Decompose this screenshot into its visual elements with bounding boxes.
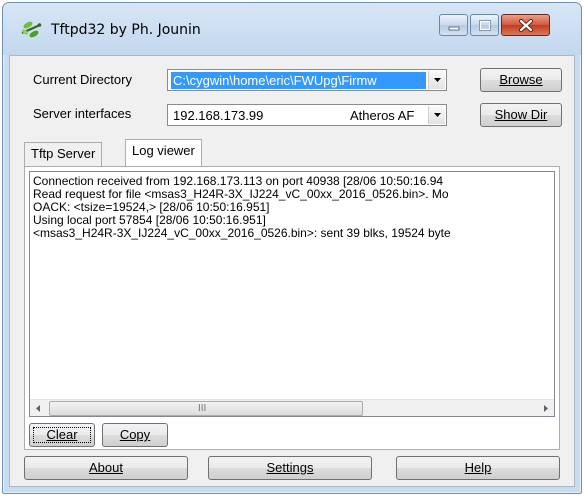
close-icon (519, 19, 533, 32)
title-bar[interactable]: Tftpd32 by Ph. Jounin (3, 3, 581, 55)
horizontal-scrollbar[interactable]: III (30, 399, 554, 416)
log-viewer-pane: Connection received from 192.168.173.113… (24, 166, 560, 450)
scroll-right-icon (544, 405, 548, 412)
server-interface-adapter: Atheros AF (350, 108, 415, 123)
server-interfaces-combo[interactable]: 192.168.173.99 Atheros AF (167, 104, 447, 126)
log-lines: Connection received from 192.168.173.113… (30, 172, 554, 240)
scrollbar-grip: III (198, 403, 207, 414)
settings-button[interactable]: Settings (208, 456, 372, 480)
current-directory-value: C:\cygwin\home\eric\FWUpg\Firmw (171, 72, 426, 89)
scroll-left-icon (36, 405, 40, 412)
browse-button[interactable]: Browse (480, 68, 562, 92)
copy-button[interactable]: Copy (102, 423, 168, 447)
server-interfaces-label: Server interfaces (33, 106, 132, 121)
tab-log-viewer[interactable]: Log viewer (125, 139, 202, 166)
scroll-left-button[interactable] (30, 400, 47, 416)
scrollbar-thumb[interactable]: III (49, 401, 363, 416)
close-button[interactable] (501, 14, 550, 36)
help-button[interactable]: Help (396, 456, 560, 480)
maximize-icon (479, 20, 491, 31)
clear-button[interactable]: Clear (29, 423, 95, 447)
minimize-button[interactable] (439, 14, 468, 36)
app-window: Tftpd32 by Ph. Jounin Current Directory … (2, 2, 582, 494)
focus-ring (33, 427, 91, 443)
maximize-button[interactable] (470, 14, 499, 36)
server-interface-ip: 192.168.173.99 (173, 108, 264, 123)
current-directory-dropdown[interactable] (428, 71, 445, 89)
chevron-down-icon (434, 78, 441, 82)
minimize-icon (448, 26, 460, 31)
tab-tftp-server[interactable]: Tftp Server (24, 142, 103, 166)
show-dir-button[interactable]: Show Dir (480, 103, 562, 127)
server-interfaces-dropdown[interactable] (428, 106, 445, 124)
current-directory-label: Current Directory (33, 72, 132, 87)
chevron-down-icon (434, 113, 441, 117)
log-listbox[interactable]: Connection received from 192.168.173.113… (29, 171, 555, 417)
log-line[interactable]: <msas3_H24R-3X_IJ224_vC_00xx_2016_0526.b… (30, 227, 554, 240)
current-directory-combo[interactable]: C:\cygwin\home\eric\FWUpg\Firmw (167, 69, 447, 91)
window-title: Tftpd32 by Ph. Jounin (51, 22, 201, 38)
about-button[interactable]: About (24, 456, 188, 480)
scroll-right-button[interactable] (537, 400, 554, 416)
client-area: Current Directory C:\cygwin\home\eric\FW… (9, 55, 575, 487)
tftpd32-dragonfly-icon (21, 21, 42, 38)
